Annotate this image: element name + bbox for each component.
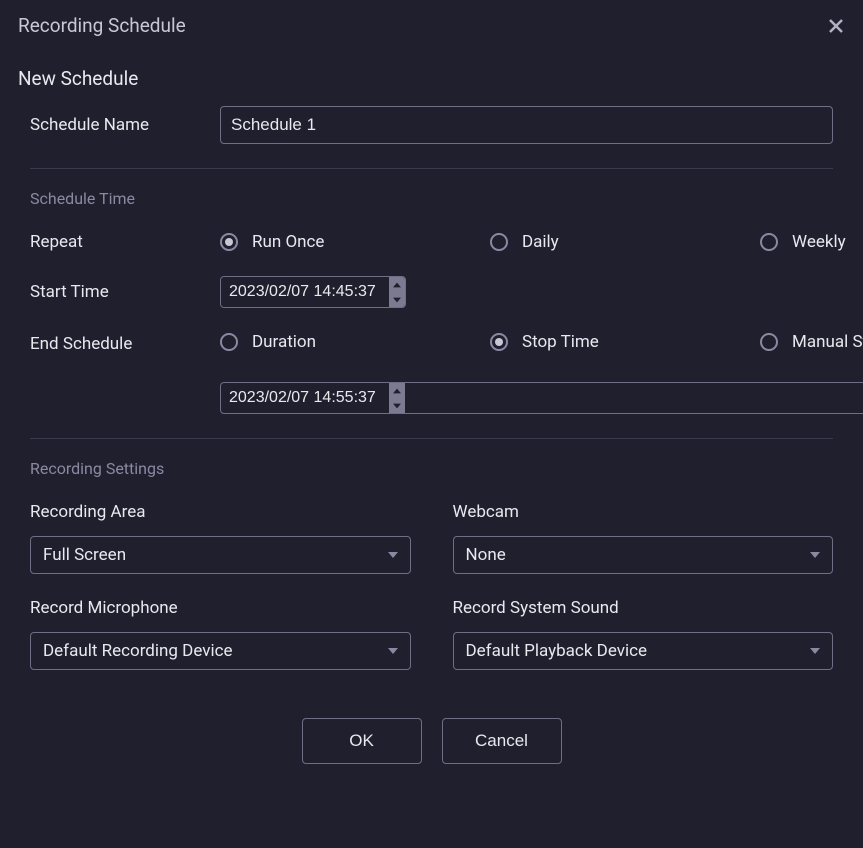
repeat-weekly-radio[interactable]: Weekly bbox=[760, 232, 863, 252]
cancel-button[interactable]: Cancel bbox=[442, 718, 562, 764]
repeat-run-once-label: Run Once bbox=[252, 232, 324, 252]
chevron-down-icon bbox=[388, 648, 398, 654]
repeat-daily-label: Daily bbox=[522, 232, 559, 252]
record-microphone-label: Record Microphone bbox=[30, 598, 411, 618]
radio-icon bbox=[490, 333, 508, 351]
repeat-run-once-radio[interactable]: Run Once bbox=[220, 232, 420, 252]
start-time-field[interactable] bbox=[220, 276, 406, 308]
end-stop-time-radio[interactable]: Stop Time bbox=[490, 332, 690, 352]
webcam-value: None bbox=[466, 545, 506, 565]
radio-icon bbox=[220, 233, 238, 251]
close-icon[interactable] bbox=[829, 19, 843, 33]
chevron-down-icon bbox=[388, 552, 398, 558]
chevron-down-icon bbox=[810, 552, 820, 558]
ok-button[interactable]: OK bbox=[302, 718, 422, 764]
record-microphone-select[interactable]: Default Recording Device bbox=[30, 632, 411, 670]
repeat-weekly-label: Weekly bbox=[792, 232, 846, 252]
webcam-select[interactable]: None bbox=[453, 536, 834, 574]
record-system-sound-label: Record System Sound bbox=[453, 598, 834, 618]
end-duration-label: Duration bbox=[252, 332, 316, 352]
stop-time-up-button[interactable] bbox=[389, 383, 405, 398]
repeat-daily-radio[interactable]: Daily bbox=[490, 232, 690, 252]
divider bbox=[30, 438, 833, 439]
end-duration-radio[interactable]: Duration bbox=[220, 332, 420, 352]
radio-icon bbox=[490, 233, 508, 251]
recording-area-value: Full Screen bbox=[43, 545, 126, 565]
start-time-input[interactable] bbox=[221, 277, 389, 307]
record-system-sound-select[interactable]: Default Playback Device bbox=[453, 632, 834, 670]
schedule-time-section-title: Schedule Time bbox=[30, 189, 833, 208]
divider bbox=[30, 168, 833, 169]
end-stop-time-label: Stop Time bbox=[522, 332, 599, 352]
stop-time-input[interactable] bbox=[221, 383, 389, 413]
radio-icon bbox=[760, 333, 778, 351]
recording-area-select[interactable]: Full Screen bbox=[30, 536, 411, 574]
record-microphone-value: Default Recording Device bbox=[43, 641, 233, 661]
stop-time-down-button[interactable] bbox=[389, 398, 405, 413]
radio-icon bbox=[760, 233, 778, 251]
radio-icon bbox=[220, 333, 238, 351]
recording-area-label: Recording Area bbox=[30, 502, 411, 522]
end-manual-stop-radio[interactable]: Manual Stop bbox=[760, 332, 863, 352]
end-schedule-label: End Schedule bbox=[30, 332, 220, 354]
end-manual-stop-label: Manual Stop bbox=[792, 332, 863, 352]
schedule-name-label: Schedule Name bbox=[30, 115, 220, 135]
stop-time-field[interactable] bbox=[220, 382, 863, 414]
webcam-label: Webcam bbox=[453, 502, 834, 522]
dialog-title: Recording Schedule bbox=[18, 14, 186, 37]
chevron-down-icon bbox=[810, 648, 820, 654]
start-time-label: Start Time bbox=[30, 282, 220, 302]
start-time-up-button[interactable] bbox=[389, 277, 405, 292]
record-system-sound-value: Default Playback Device bbox=[466, 641, 648, 661]
dialog-subtitle: New Schedule bbox=[0, 43, 863, 106]
repeat-label: Repeat bbox=[30, 232, 220, 252]
start-time-down-button[interactable] bbox=[389, 292, 405, 307]
schedule-name-input[interactable] bbox=[220, 106, 833, 144]
recording-settings-section-title: Recording Settings bbox=[30, 459, 833, 478]
